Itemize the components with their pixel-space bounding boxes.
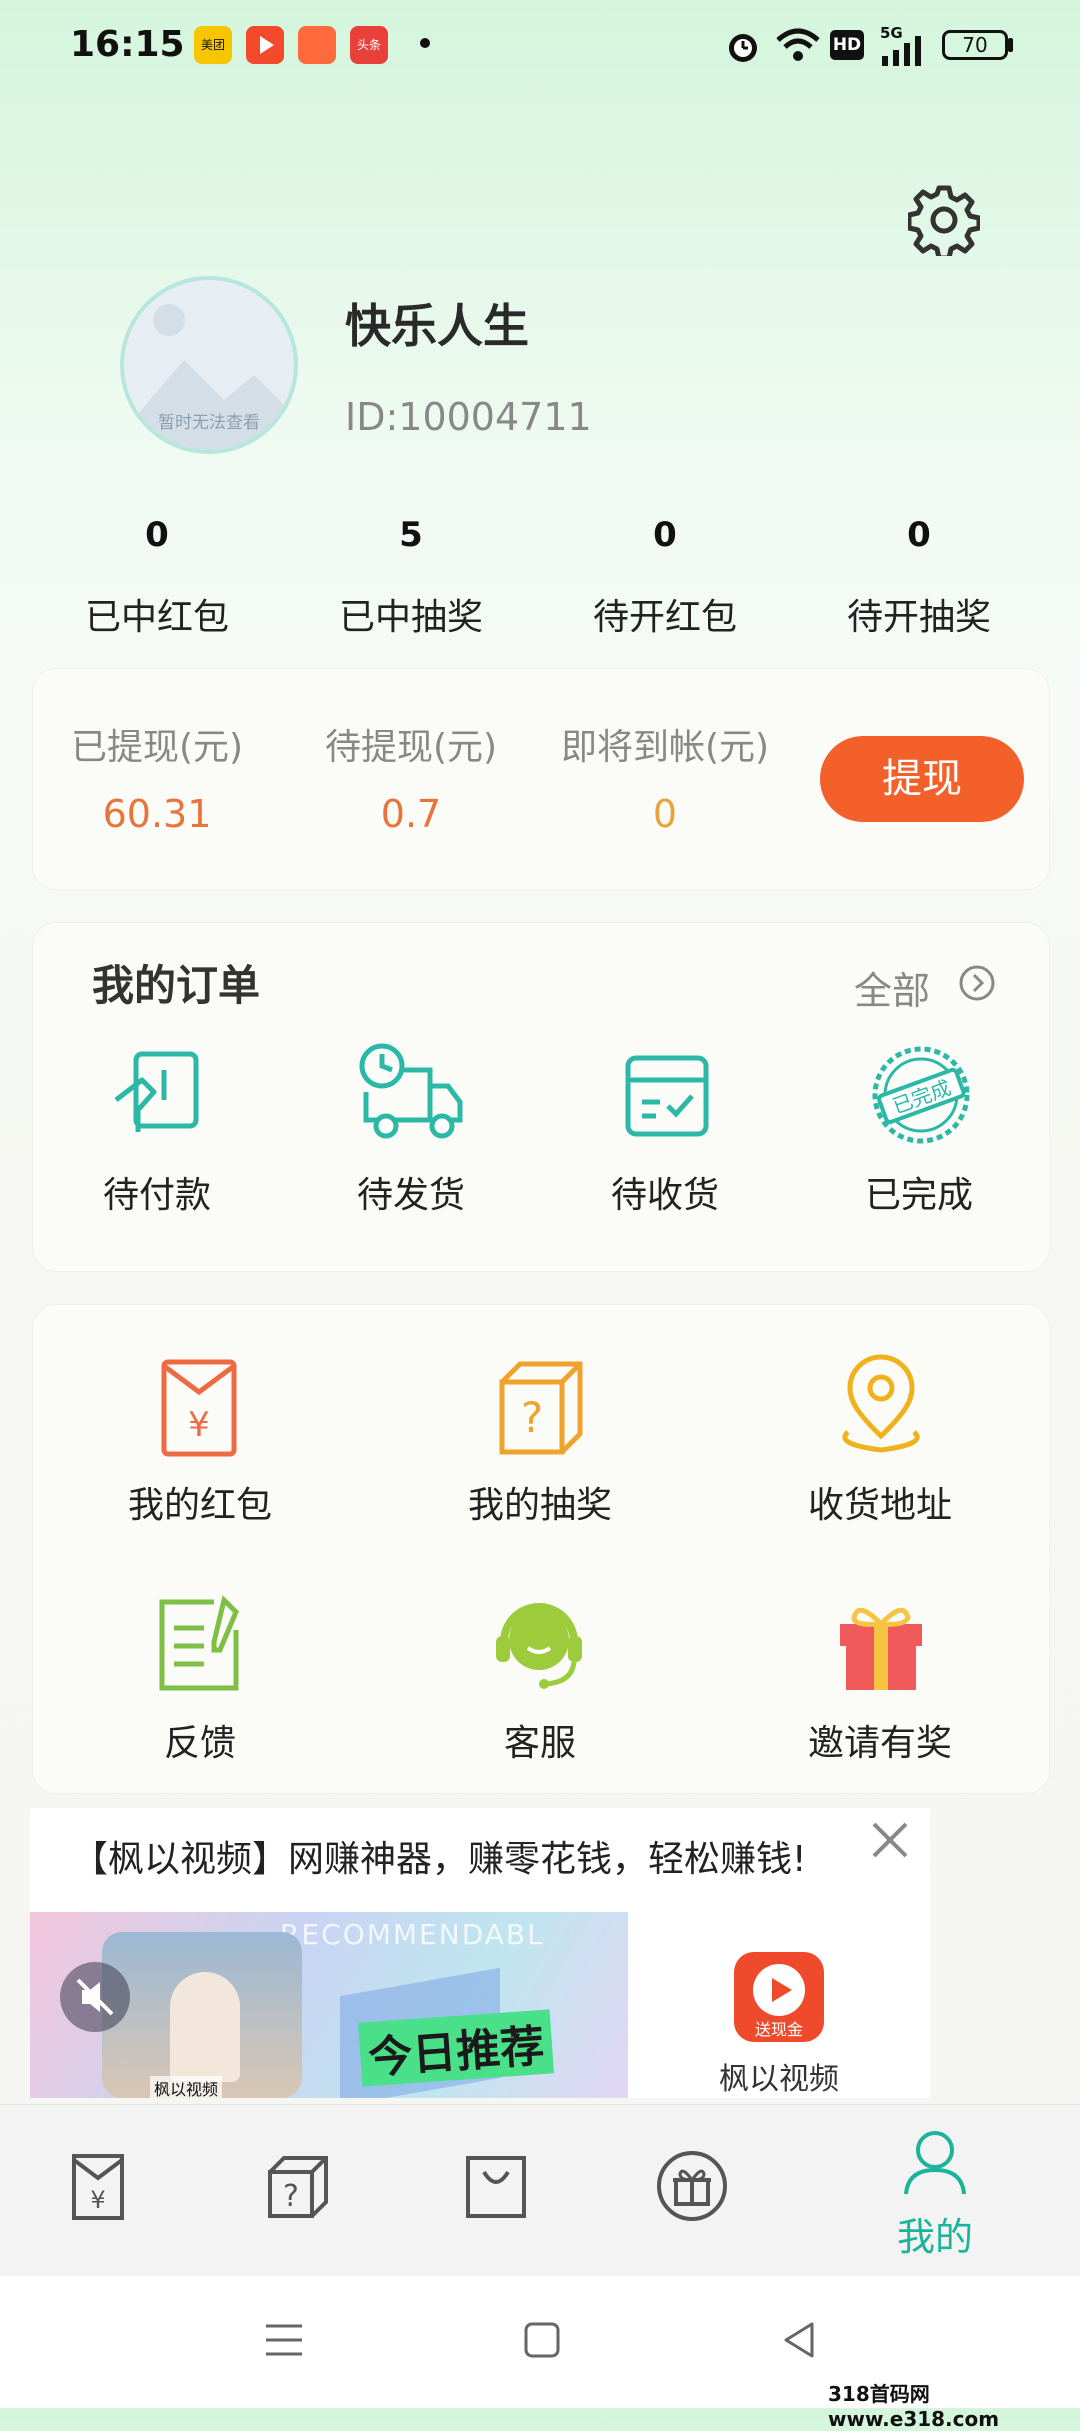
ad-app-icon[interactable]: 送现金	[734, 1952, 824, 2042]
order-item-label[interactable]: 待付款	[30, 1166, 284, 1218]
menu-icon[interactable]	[262, 2318, 306, 2362]
stat-value: 0	[653, 515, 677, 555]
tab-me-label[interactable]: 我的	[880, 2206, 990, 2261]
battery-tip	[1008, 38, 1013, 52]
red-envelope-icon[interactable]: ¥	[144, 1352, 254, 1462]
video-headline: 今日推荐	[358, 2009, 554, 2087]
home-icon[interactable]	[520, 2318, 564, 2362]
hd-icon: HD	[830, 30, 864, 60]
status-time: 16:15	[70, 24, 185, 65]
mystery-box-icon[interactable]: ?	[484, 1352, 594, 1462]
stat-label[interactable]: 待开红包	[538, 588, 792, 640]
tab-red-envelope-icon[interactable]: ¥	[62, 2150, 134, 2222]
completed-stamp-icon[interactable]: 已完成	[866, 1040, 976, 1150]
chevron-right-circle-icon[interactable]	[958, 964, 996, 1002]
stat-value: 5	[399, 515, 423, 555]
user-id: ID:10004711	[345, 395, 592, 439]
ad-app-badge: 送现金	[754, 2020, 803, 2039]
tab-gift-icon[interactable]	[656, 2150, 728, 2222]
receive-box-icon[interactable]	[612, 1040, 722, 1150]
incoming-value: 0	[652, 792, 678, 836]
close-icon[interactable]	[868, 1818, 912, 1862]
order-item-label[interactable]: 待发货	[284, 1166, 538, 1218]
presenter-figure	[170, 1972, 240, 2082]
avatar-placeholder-text: 暂时无法查看	[158, 413, 260, 433]
user-name: 快乐人生	[345, 299, 529, 353]
alarm-icon	[729, 34, 757, 62]
service-label[interactable]: 反馈	[30, 1714, 370, 1766]
gift-icon[interactable]	[826, 1590, 936, 1700]
svg-text:¥: ¥	[188, 1405, 210, 1445]
delivery-truck-icon[interactable]	[356, 1040, 466, 1150]
svg-text:¥: ¥	[90, 2186, 105, 2214]
gear-icon[interactable]	[908, 184, 980, 256]
service-label[interactable]: 客服	[370, 1714, 710, 1766]
order-item-label[interactable]: 待收货	[538, 1166, 792, 1218]
service-label[interactable]: 我的抽奖	[370, 1476, 710, 1528]
mute-icon[interactable]	[60, 1962, 130, 2032]
meituan-app-icon: 美团	[194, 26, 232, 64]
notification-dot-icon	[420, 38, 430, 48]
tab-shopping-bag-icon[interactable]	[460, 2150, 532, 2222]
battery-icon: 70	[942, 30, 1008, 60]
orders-title: 我的订单	[92, 961, 261, 1010]
stat-label[interactable]: 待开抽奖	[792, 588, 1046, 640]
pending-withdraw-label: 待提现(元)	[324, 727, 498, 768]
feedback-icon[interactable]	[144, 1590, 254, 1700]
pending-withdraw-value: 0.7	[380, 792, 442, 836]
video-caption: 枫以视频	[150, 2076, 223, 2098]
service-label[interactable]: 收货地址	[710, 1476, 1050, 1528]
service-label[interactable]: 我的红包	[30, 1476, 370, 1528]
location-pin-icon[interactable]	[826, 1352, 936, 1462]
watermark: 318首码网 www.e318.com	[828, 2382, 1000, 2431]
back-icon[interactable]	[778, 2318, 822, 2362]
svg-text:?: ?	[521, 1393, 543, 1442]
tab-profile-icon[interactable]	[898, 2126, 972, 2200]
video-overlay-text: RECOMMENDABL	[280, 1918, 545, 1951]
withdrawn-label: 已提现(元)	[70, 727, 244, 768]
signal-icon	[882, 36, 921, 66]
ad-title[interactable]: 【枫以视频】网赚神器，赚零花钱，轻松赚钱!	[72, 1830, 806, 1882]
svg-text:?: ?	[283, 2179, 299, 2214]
withdraw-button[interactable]: 提现	[820, 736, 1024, 822]
pending-payment-icon[interactable]	[102, 1040, 212, 1150]
status-bar: 16:15 美团 头条 HD 5G 70	[0, 0, 1080, 96]
service-label[interactable]: 邀请有奖	[710, 1714, 1050, 1766]
customer-service-icon[interactable]	[484, 1590, 594, 1700]
stat-value: 0	[907, 515, 931, 555]
game-app-icon	[298, 26, 336, 64]
video-app-icon	[246, 26, 284, 64]
stat-label[interactable]: 已中红包	[30, 588, 284, 640]
incoming-label: 即将到帐(元)	[560, 727, 770, 768]
ad-video[interactable]: RECOMMENDABL 枫以视频 今日推荐	[30, 1912, 628, 2098]
toutiao-app-icon: 头条	[350, 26, 388, 64]
stat-label[interactable]: 已中抽奖	[284, 588, 538, 640]
tab-lottery-box-icon[interactable]: ?	[262, 2150, 334, 2222]
order-item-label[interactable]: 已完成	[792, 1166, 1046, 1218]
wifi-icon	[776, 28, 820, 61]
ad-app-name[interactable]: 枫以视频	[704, 2054, 854, 2098]
withdrawn-value: 60.31	[102, 792, 212, 836]
stat-value: 0	[145, 515, 169, 555]
avatar[interactable]: 暂时无法查看	[120, 276, 298, 454]
orders-all-link[interactable]: 全部	[854, 960, 930, 1015]
